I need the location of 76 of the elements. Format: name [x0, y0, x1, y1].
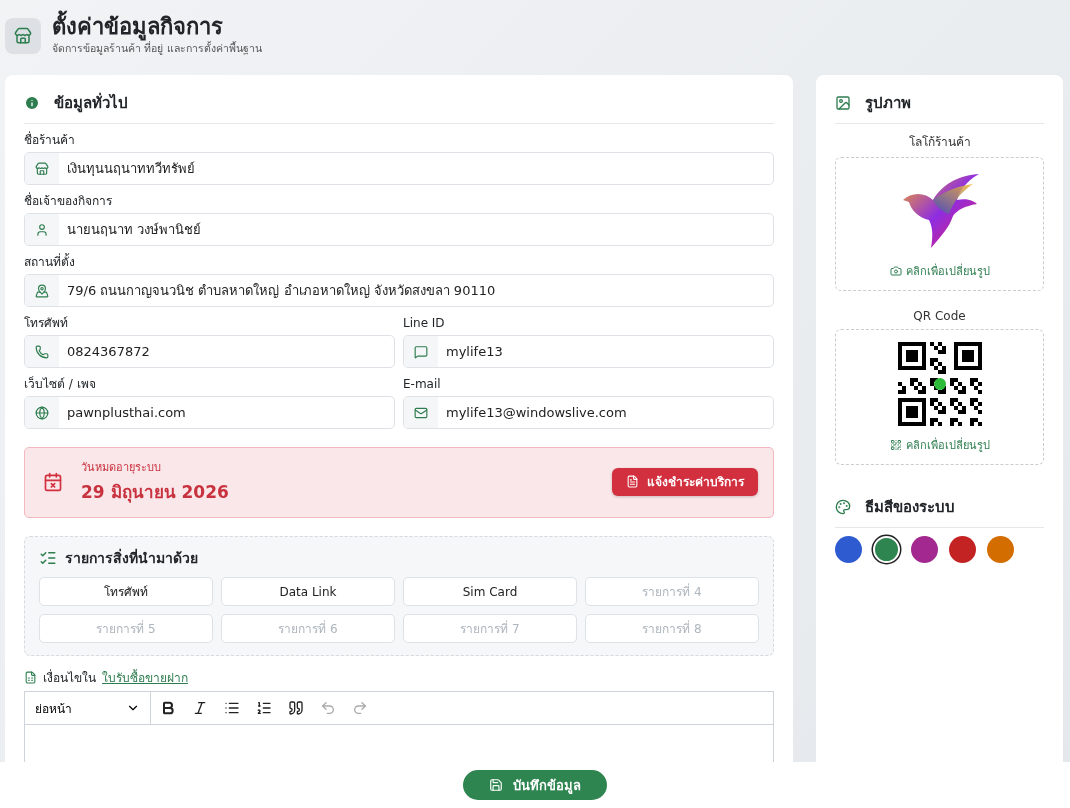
image-icon: [835, 95, 851, 111]
input-field[interactable]: mylife13: [438, 344, 773, 359]
text-field[interactable]: mylife13@windowslive.com: [403, 396, 774, 429]
input-field[interactable]: mylife13@windowslive.com: [438, 405, 773, 420]
input-field[interactable]: นายนฤนาท วงษ์พานิชย์: [59, 222, 773, 237]
section-title: รูปภาพ: [865, 93, 911, 115]
change-logo-button[interactable]: คลิกเพื่อเปลี่ยนรูป: [889, 262, 990, 280]
text-field[interactable]: 79/6 ถนนกาญจนวนิช ตำบลหาดใหญ่ อำเภอหาดใหญ่ จังหวัดสงขลา 90110: [24, 274, 774, 307]
field-label: Line ID: [403, 315, 446, 332]
expiry-date: 29 มิถุนายน 2026: [81, 481, 230, 505]
document-icon: [626, 475, 639, 488]
input-field[interactable]: เงินทุนนฤนาททวีทรัพย์: [59, 161, 773, 176]
italic-icon: [192, 700, 208, 716]
item-field[interactable]: รายการที่ 8: [585, 614, 759, 643]
save-icon: [489, 778, 503, 792]
page-subtitle: จัดการข้อมูลร้านค้า ที่อยู่ และการตั้งค่าพื้นฐาน: [52, 40, 262, 57]
input-field[interactable]: 79/6 ถนนกาญจนวนิช ตำบลหาดใหญ่ อำเภอหาดใหญ่ จังหวัดสงขลา 90110: [59, 283, 773, 298]
item-field[interactable]: รายการที่ 6: [221, 614, 395, 643]
item-field[interactable]: รายการที่ 4: [585, 577, 759, 606]
item-field[interactable]: Data Link: [221, 577, 395, 606]
item-field[interactable]: รายการที่ 7: [403, 614, 577, 643]
expiry-label: วันหมดอายุระบบ: [81, 460, 162, 476]
camera-icon: [889, 265, 902, 277]
receipt-link[interactable]: ใบรับซื้อขายฝาก: [102, 668, 188, 687]
terms-label: เงื่อนไขใน: [43, 668, 96, 687]
theme-swatch[interactable]: [949, 536, 976, 563]
globe-icon: [35, 405, 49, 420]
numbers-icon: [256, 700, 272, 716]
palette-icon: [835, 499, 851, 515]
item-field[interactable]: รายการที่ 5: [39, 614, 213, 643]
user-icon: [35, 222, 49, 237]
map-pin-icon: [35, 283, 49, 298]
phone-icon: [35, 344, 49, 359]
qr-code-icon: [889, 439, 902, 451]
field-label: เว็บไซต์ / เพจ: [24, 376, 97, 393]
text-field[interactable]: 0824367872: [24, 335, 395, 368]
field-label: ชื่อเจ้าของกิจการ: [24, 193, 113, 210]
redo-icon: [352, 700, 368, 716]
text-field[interactable]: นายนฤนาท วงษ์พานิชย์: [24, 213, 774, 246]
logo-upload-area[interactable]: คลิกเพื่อเปลี่ยนรูป: [835, 157, 1044, 291]
item-field[interactable]: Sim Card: [403, 577, 577, 606]
theme-swatch[interactable]: [835, 536, 862, 563]
field-label: E-mail: [403, 376, 442, 393]
store-icon: [35, 161, 49, 176]
logo-label: โลโก้ร้านค้า: [908, 134, 971, 151]
pay-service-button[interactable]: แจ้งชำระค่าบริการ: [612, 467, 758, 496]
field-label: สถานที่ตั้ง: [24, 254, 76, 271]
document-icon: [24, 671, 37, 684]
save-button[interactable]: บันทึกข้อมูล: [463, 770, 607, 800]
section-title: ธีมสีของระบบ: [865, 497, 955, 518]
qr-label: QR Code: [913, 309, 966, 323]
info-icon: [24, 95, 40, 111]
quote-icon: [288, 700, 304, 716]
text-field[interactable]: mylife13: [403, 335, 774, 368]
chat-icon: [414, 344, 428, 359]
theme-swatch[interactable]: [873, 536, 900, 563]
store-icon: [5, 17, 41, 54]
text-field[interactable]: pawnplusthai.com: [24, 396, 395, 429]
bullets-icon: [224, 700, 240, 716]
mail-icon: [414, 405, 428, 420]
field-label: ชื่อร้านค้า: [24, 132, 76, 149]
section-title: ข้อมูลทั่วไป: [54, 91, 128, 115]
change-qr-button[interactable]: คลิกเพื่อเปลี่ยนรูป: [889, 436, 990, 454]
theme-swatch[interactable]: [987, 536, 1014, 563]
item-field[interactable]: โทรศัพท์: [39, 577, 213, 606]
calendar-icon: [43, 471, 63, 492]
bold-icon: [160, 700, 176, 716]
theme-swatch[interactable]: [911, 536, 938, 563]
checklist-icon: [39, 549, 57, 567]
field-label: โทรศัพท์: [24, 315, 69, 332]
qr-upload-area[interactable]: คลิกเพื่อเปลี่ยนรูป: [835, 329, 1044, 465]
items-title: รายการสิ่งที่นำมาด้วย: [65, 547, 198, 568]
input-field[interactable]: pawnplusthai.com: [59, 405, 394, 420]
input-field[interactable]: 0824367872: [59, 344, 394, 359]
undo-icon: [320, 700, 336, 716]
text-field[interactable]: เงินทุนนฤนาททวีทรัพย์: [24, 152, 774, 185]
